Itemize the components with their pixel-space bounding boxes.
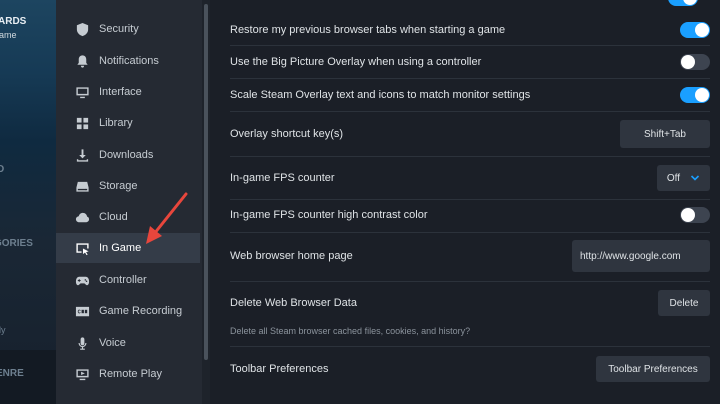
sidebar-item-label: Game Recording (99, 305, 183, 317)
divider (230, 156, 710, 157)
background-store-strip: ARDS ame D GORIES dy ENRE (0, 0, 56, 404)
download-icon (74, 147, 90, 163)
shield-icon (74, 21, 90, 37)
sidebar-item-game-recording[interactable]: Game Recording (56, 296, 200, 326)
cloud-icon (74, 209, 90, 225)
divider (230, 111, 710, 112)
scale-overlay-toggle[interactable] (680, 87, 710, 103)
setting-fps-counter: In-game FPS counter Off (230, 164, 710, 192)
sidebar-scrollbar-thumb[interactable] (204, 4, 208, 360)
sidebar-item-label: Cloud (99, 211, 128, 223)
sidebar-item-label: Voice (99, 337, 126, 349)
drive-icon (74, 178, 90, 194)
setting-big-picture-overlay: Use the Big Picture Overlay when using a… (230, 52, 710, 72)
setting-label: Restore my previous browser tabs when st… (230, 24, 506, 36)
sidebar-item-label: Remote Play (99, 368, 162, 380)
delete-browser-data-description: Delete all Steam browser cached files, c… (230, 326, 471, 336)
partial-toggle[interactable] (668, 0, 698, 6)
sidebar-item-label: Controller (99, 274, 147, 286)
toggle-knob (681, 55, 695, 69)
sidebar-item-remote-play[interactable]: Remote Play (56, 359, 200, 389)
sidebar-item-label: Interface (99, 86, 142, 98)
toolbar-preferences-button[interactable]: Toolbar Preferences (596, 356, 710, 382)
divider (230, 78, 710, 79)
sidebar-item-label: Notifications (99, 55, 159, 67)
sidebar-item-label: In Game (99, 242, 142, 254)
microphone-icon (74, 335, 90, 351)
gamepad-icon (74, 272, 90, 288)
fps-contrast-toggle[interactable] (680, 207, 710, 223)
sidebar-item-label: Library (99, 117, 133, 129)
bell-icon (74, 53, 90, 69)
sidebar-item-controller[interactable]: Controller (56, 265, 200, 295)
restore-tabs-toggle[interactable] (680, 22, 710, 38)
divider (230, 45, 710, 46)
in-game-settings-panel: Restore my previous browser tabs when st… (210, 0, 720, 404)
toggle-knob (681, 208, 695, 222)
toggle-knob (695, 23, 709, 37)
setting-label: Delete Web Browser Data (230, 297, 357, 309)
background-text: ENRE (0, 368, 24, 379)
sidebar-item-library[interactable]: Library (56, 108, 200, 138)
sidebar-item-label: Downloads (99, 149, 154, 161)
background-text: dy (0, 325, 6, 335)
background-text: ame (0, 30, 17, 40)
sidebar-item-interface[interactable]: Interface (56, 77, 200, 107)
sidebar-scrollbar[interactable] (202, 0, 210, 404)
dropdown-value: Off (666, 172, 680, 184)
setting-toolbar-preferences: Toolbar Preferences Toolbar Preferences (230, 356, 710, 382)
setting-scale-overlay: Scale Steam Overlay text and icons to ma… (230, 85, 710, 105)
monitor-icon (74, 84, 90, 100)
rec-icon (74, 303, 90, 319)
setting-label: Scale Steam Overlay text and icons to ma… (230, 89, 531, 101)
toggle-knob (695, 88, 709, 102)
divider (230, 346, 710, 347)
setting-label: Overlay shortcut key(s) (230, 128, 344, 140)
setting-home-page: Web browser home page http://www.google.… (230, 239, 710, 273)
background-text: D (0, 164, 5, 175)
setting-label: In-game FPS counter high contrast color (230, 209, 428, 221)
sidebar-item-label: Storage (99, 180, 138, 192)
setting-overlay-shortcut: Overlay shortcut key(s) Shift+Tab (230, 120, 710, 148)
grid-icon (74, 115, 90, 131)
chevron-down-icon (690, 175, 700, 181)
setting-fps-contrast: In-game FPS counter high contrast color (230, 205, 710, 225)
sidebar-item-notifications[interactable]: Notifications (56, 46, 200, 76)
setting-restore-tabs: Restore my previous browser tabs when st… (230, 20, 710, 40)
fps-counter-dropdown[interactable]: Off (656, 165, 710, 191)
setting-label: Use the Big Picture Overlay when using a… (230, 56, 482, 68)
remote-play-icon (74, 366, 90, 382)
annotation-arrow-icon (146, 192, 188, 244)
delete-browser-data-button[interactable]: Delete (658, 290, 710, 316)
home-page-input[interactable]: http://www.google.com (572, 240, 710, 272)
sidebar-item-voice[interactable]: Voice (56, 328, 200, 358)
setting-delete-browser-data: Delete Web Browser Data Delete (230, 290, 710, 316)
background-text: GORIES (0, 238, 33, 249)
divider (230, 281, 710, 282)
sidebar-item-downloads[interactable]: Downloads (56, 140, 200, 170)
setting-label: Web browser home page (230, 250, 353, 262)
setting-label: In-game FPS counter (230, 172, 335, 184)
overlay-shortcut-button[interactable]: Shift+Tab (620, 120, 710, 148)
big-picture-overlay-toggle[interactable] (680, 54, 710, 70)
setting-label: Toolbar Preferences (230, 363, 329, 375)
background-text: ARDS (0, 16, 27, 27)
divider (230, 232, 710, 233)
divider (230, 199, 710, 200)
sidebar-item-security[interactable]: Security (56, 14, 200, 44)
ingame-icon (74, 240, 90, 256)
sidebar-item-label: Security (99, 23, 139, 35)
